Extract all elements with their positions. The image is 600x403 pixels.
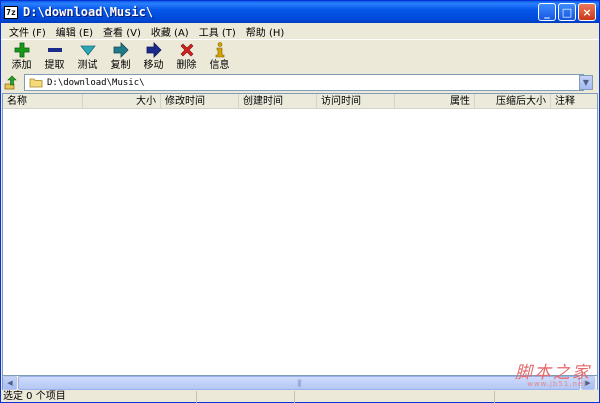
menu-bar: 文件 (F) 编辑 (E) 查看 (V) 收藏 (A) 工具 (T) 帮助 (H… <box>1 23 599 39</box>
grip-icon: ||| <box>296 379 302 387</box>
test-icon <box>79 45 96 56</box>
address-path: D:\download\Music\ <box>47 77 145 88</box>
address-bar: D:\download\Music\ ▼ <box>1 74 599 92</box>
status-cell-3 <box>295 391 495 403</box>
7zip-app-icon[interactable]: 7z <box>4 5 18 19</box>
delete-icon <box>180 43 193 57</box>
column-packed-size[interactable]: 压缩后大小 <box>475 94 551 109</box>
file-list[interactable]: 名称 大小 修改时间 创建时间 访问时间 属性 压缩后大小 注释 <box>2 93 598 376</box>
window-title: D:\download\Music\ <box>23 5 154 19</box>
status-bar: 选定 0 个项目 <box>1 391 599 403</box>
up-arrow-folder-icon <box>4 75 17 90</box>
add-button[interactable]: 添加 <box>5 40 38 72</box>
scroll-left-button[interactable]: ◀ <box>3 376 17 390</box>
menu-file[interactable]: 文件 (F) <box>4 24 51 39</box>
add-label: 添加 <box>11 60 32 71</box>
info-icon <box>215 42 224 58</box>
chevron-down-icon: ▼ <box>582 78 590 87</box>
chevron-right-icon: ▶ <box>585 379 591 387</box>
status-selected: 选定 0 个项目 <box>1 391 197 403</box>
up-folder-button[interactable] <box>1 74 21 92</box>
horizontal-scrollbar[interactable]: ◀ ||| ▶ <box>2 376 598 390</box>
column-size[interactable]: 大小 <box>83 94 161 109</box>
copy-label: 复制 <box>110 60 131 71</box>
extract-label: 提取 <box>44 60 65 71</box>
status-cell-2 <box>197 391 295 403</box>
move-button[interactable]: 移动 <box>137 40 170 72</box>
menu-favorites[interactable]: 收藏 (A) <box>146 24 194 39</box>
delete-label: 删除 <box>176 60 197 71</box>
column-accessed[interactable]: 访问时间 <box>317 94 395 109</box>
test-button[interactable]: 测试 <box>71 40 104 72</box>
move-icon <box>146 42 162 58</box>
toolbar: 添加 提取 测试 复制 移动 删除 信息 <box>1 39 599 73</box>
menu-edit[interactable]: 编辑 (E) <box>51 24 98 39</box>
extract-button[interactable]: 提取 <box>38 40 71 72</box>
status-cell-4 <box>495 391 599 403</box>
address-field[interactable]: D:\download\Music\ <box>24 74 584 91</box>
info-label: 信息 <box>209 60 230 71</box>
scroll-right-button[interactable]: ▶ <box>581 376 595 390</box>
column-comment[interactable]: 注释 <box>551 94 597 109</box>
close-button[interactable]: × <box>578 3 596 21</box>
test-label: 测试 <box>77 60 98 71</box>
column-created[interactable]: 创建时间 <box>239 94 317 109</box>
address-dropdown-button[interactable]: ▼ <box>579 75 593 90</box>
menu-help[interactable]: 帮助 (H) <box>241 24 290 39</box>
column-attributes[interactable]: 属性 <box>395 94 475 109</box>
info-button[interactable]: 信息 <box>203 40 236 72</box>
menu-view[interactable]: 查看 (V) <box>98 24 146 39</box>
add-icon <box>14 42 29 58</box>
maximize-button[interactable]: □ <box>558 3 576 21</box>
copy-button[interactable]: 复制 <box>104 40 137 72</box>
list-header: 名称 大小 修改时间 创建时间 访问时间 属性 压缩后大小 注释 <box>3 94 597 109</box>
chevron-left-icon: ◀ <box>7 379 13 387</box>
copy-icon <box>113 42 129 58</box>
extract-icon <box>47 48 62 52</box>
move-label: 移动 <box>143 60 164 71</box>
scroll-thumb[interactable]: ||| <box>18 376 580 390</box>
folder-icon <box>29 78 43 88</box>
column-name[interactable]: 名称 <box>3 94 83 109</box>
minimize-button[interactable]: _ <box>538 3 556 21</box>
delete-button[interactable]: 删除 <box>170 40 203 72</box>
menu-tools[interactable]: 工具 (T) <box>194 24 241 39</box>
app-window: 7z D:\download\Music\ _ □ × 文件 (F) 编辑 (E… <box>0 0 600 403</box>
column-modified[interactable]: 修改时间 <box>161 94 239 109</box>
title-bar[interactable]: 7z D:\download\Music\ _ □ × <box>1 1 599 23</box>
